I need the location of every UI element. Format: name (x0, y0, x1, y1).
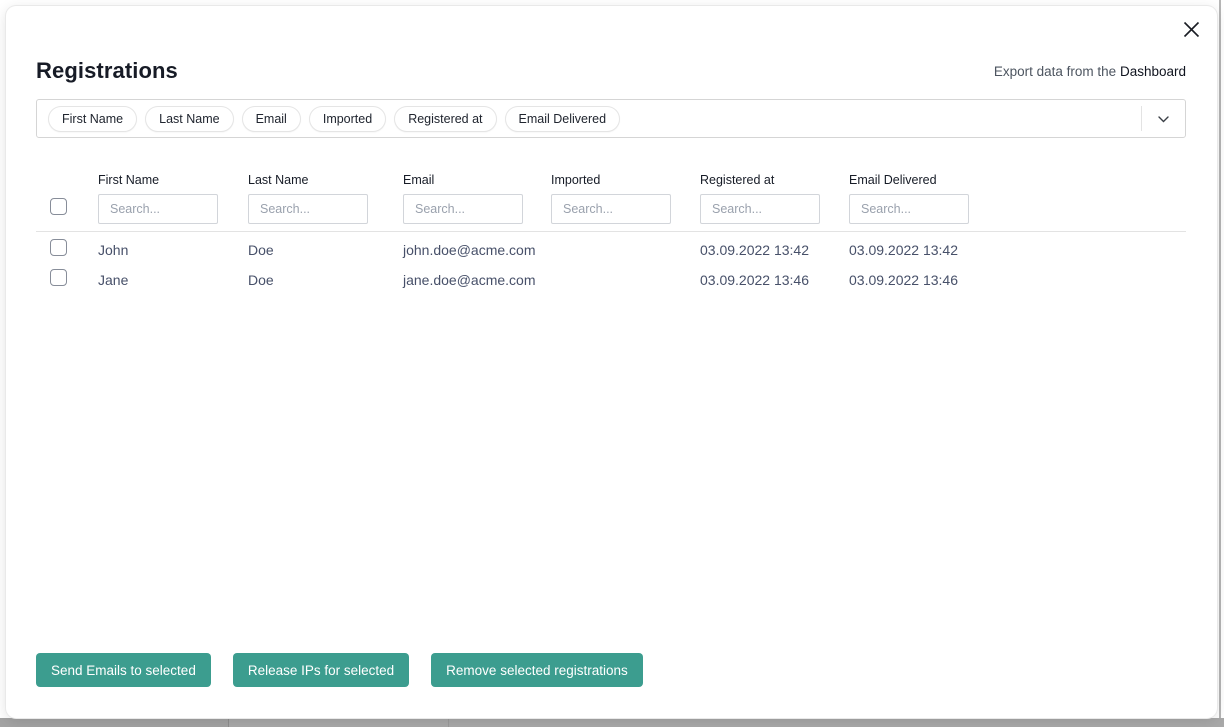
release-ips-button[interactable]: Release IPs for selected (233, 653, 409, 687)
filter-bar: First Name Last Name Email Imported Regi… (36, 99, 1186, 138)
column-header-email: Email (403, 173, 551, 187)
registrations-modal: Registrations Export data from the Dashb… (6, 6, 1217, 718)
page-title: Registrations (36, 58, 178, 84)
filter-chip-email[interactable]: Email (242, 106, 301, 132)
filter-chip-imported[interactable]: Imported (309, 106, 386, 132)
cell-last-name: Doe (248, 272, 403, 288)
close-icon (1183, 21, 1200, 38)
background-page-edge (1219, 0, 1221, 718)
column-header-first-name: First Name (98, 173, 248, 187)
filter-chip-first-name[interactable]: First Name (48, 106, 137, 132)
search-input-email[interactable] (403, 194, 523, 224)
cell-registered-at: 03.09.2022 13:46 (700, 272, 849, 288)
background-footer-divider (228, 718, 229, 727)
footer-actions: Send Emails to selected Release IPs for … (36, 653, 643, 687)
search-input-registered-at[interactable] (700, 194, 820, 224)
column-header-registered-at: Registered at (700, 173, 849, 187)
filter-dropdown-toggle[interactable] (1141, 100, 1185, 137)
table-header-divider (36, 231, 1186, 232)
search-input-last-name[interactable] (248, 194, 368, 224)
table-row: Jane Doe jane.doe@acme.com 03.09.2022 13… (36, 265, 1186, 295)
cell-email-delivered: 03.09.2022 13:46 (849, 272, 1186, 288)
cell-email: jane.doe@acme.com (403, 272, 551, 288)
row-checkbox[interactable] (50, 269, 67, 286)
search-input-email-delivered[interactable] (849, 194, 969, 224)
filter-chip-registered-at[interactable]: Registered at (394, 106, 496, 132)
table-search-row (36, 194, 1186, 224)
filter-chip-last-name[interactable]: Last Name (145, 106, 233, 132)
row-checkbox[interactable] (50, 239, 67, 256)
column-header-last-name: Last Name (248, 173, 403, 187)
table-column-labels: First Name Last Name Email Imported Regi… (36, 173, 1186, 194)
registrations-table: First Name Last Name Email Imported Regi… (36, 173, 1186, 295)
cell-email: john.doe@acme.com (403, 242, 551, 258)
cell-email-delivered: 03.09.2022 13:42 (849, 242, 1186, 258)
modal-header: Registrations Export data from the Dashb… (36, 58, 1186, 84)
remove-registrations-button[interactable]: Remove selected registrations (431, 653, 643, 687)
search-input-first-name[interactable] (98, 194, 218, 224)
filter-chip-email-delivered[interactable]: Email Delivered (505, 106, 621, 132)
background-footer-divider (448, 718, 449, 727)
table-row: John Doe john.doe@acme.com 03.09.2022 13… (36, 235, 1186, 265)
background-footer-strip (0, 718, 1224, 727)
dashboard-link[interactable]: Dashboard (1120, 64, 1186, 79)
cell-first-name: John (98, 242, 248, 258)
export-note: Export data from the Dashboard (994, 64, 1186, 79)
send-emails-button[interactable]: Send Emails to selected (36, 653, 211, 687)
chevron-down-icon (1158, 110, 1169, 128)
export-note-text: Export data from the (994, 64, 1116, 79)
cell-registered-at: 03.09.2022 13:42 (700, 242, 849, 258)
cell-first-name: Jane (98, 272, 248, 288)
select-all-checkbox[interactable] (50, 198, 67, 215)
search-input-imported[interactable] (551, 194, 671, 224)
cell-last-name: Doe (248, 242, 403, 258)
close-button[interactable] (1178, 16, 1204, 42)
column-header-imported: Imported (551, 173, 700, 187)
column-header-email-delivered: Email Delivered (849, 173, 1186, 187)
background-footer-segment (0, 718, 228, 727)
filter-chip-list: First Name Last Name Email Imported Regi… (48, 106, 620, 132)
